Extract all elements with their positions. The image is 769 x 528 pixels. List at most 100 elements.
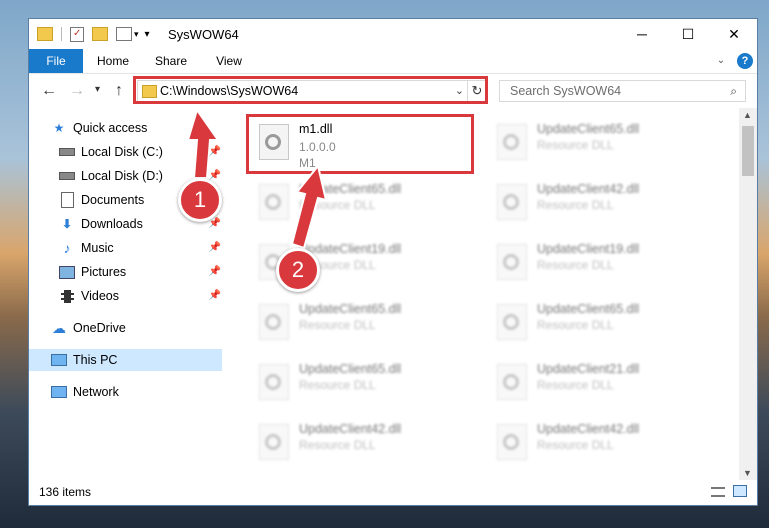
file-item[interactable]: UpdateClient42.dll Resource DLL bbox=[489, 416, 719, 472]
new-folder-icon[interactable] bbox=[92, 27, 108, 41]
vertical-scrollbar[interactable]: ▲ ▼ bbox=[739, 108, 757, 480]
divider bbox=[61, 27, 62, 41]
tab-view[interactable]: View bbox=[209, 49, 249, 73]
file-name: UpdateClient65.dll bbox=[299, 182, 402, 196]
search-input[interactable]: Search SysWOW64 ⌕ bbox=[499, 80, 746, 102]
back-arrow-icon[interactable]: ← bbox=[41, 82, 57, 100]
file-item[interactable]: UpdateClient21.dll Resource DLL bbox=[489, 356, 719, 412]
sidebar-item-quick-access[interactable]: ★ Quick access bbox=[51, 117, 221, 139]
sidebar-item-pictures[interactable]: Pictures 📌 bbox=[59, 261, 221, 283]
pin-icon[interactable]: 📌 bbox=[209, 141, 221, 163]
file-item[interactable]: UpdateClient65.dll Resource DLL bbox=[251, 296, 481, 352]
sidebar-item-label: Documents bbox=[81, 193, 145, 207]
folder-icon[interactable] bbox=[37, 27, 53, 41]
minimize-button[interactable]: ─ bbox=[619, 19, 665, 49]
file-type: Resource DLL bbox=[299, 198, 376, 212]
downloads-icon: ⬇ bbox=[61, 217, 73, 231]
sidebar-item-local-disk-c[interactable]: Local Disk (C:) 📌 bbox=[59, 141, 221, 163]
sidebar-item-music[interactable]: ♪ Music 📌 bbox=[59, 237, 222, 259]
computer-icon bbox=[51, 352, 67, 368]
details-view-icon[interactable] bbox=[711, 487, 725, 497]
music-icon: ♪ bbox=[63, 240, 71, 256]
dll-file-icon bbox=[259, 304, 289, 340]
file-item[interactable]: UpdateClient65.dll Resource DLL bbox=[251, 176, 481, 232]
title-bar: ✓ ▾ ▾ SysWOW64 ─ ☐ ✕ bbox=[29, 19, 757, 49]
sidebar-item-label: Network bbox=[73, 385, 119, 399]
file-name: UpdateClient42.dll bbox=[299, 422, 402, 436]
sidebar-item-network[interactable]: Network bbox=[51, 381, 221, 403]
sidebar-item-onedrive[interactable]: ☁ OneDrive bbox=[51, 317, 221, 339]
sidebar-item-label: This PC bbox=[73, 353, 118, 367]
file-name: UpdateClient65.dll bbox=[299, 362, 402, 376]
file-item[interactable]: UpdateClient42.dll Resource DLL bbox=[489, 176, 719, 232]
up-arrow-icon[interactable]: ↑ bbox=[115, 82, 123, 100]
dll-file-icon bbox=[259, 184, 289, 220]
file-type: Resource DLL bbox=[537, 318, 614, 332]
sidebar-item-this-pc[interactable]: This PC bbox=[29, 349, 222, 371]
file-item[interactable]: UpdateClient65.dll Resource DLL bbox=[489, 296, 719, 352]
file-item[interactable]: UpdateClient65.dll Resource DLL bbox=[251, 356, 481, 412]
file-name: UpdateClient42.dll bbox=[537, 422, 640, 436]
window-title: SysWOW64 bbox=[168, 27, 239, 42]
star-icon: ★ bbox=[53, 121, 65, 135]
search-placeholder: Search SysWOW64 bbox=[510, 84, 622, 98]
properties-icon[interactable]: ✓ bbox=[70, 26, 84, 42]
drive-icon bbox=[59, 168, 75, 184]
file-name: UpdateClient65.dll bbox=[537, 302, 640, 316]
file-type: Resource DLL bbox=[299, 318, 376, 332]
file-type: Resource DLL bbox=[537, 378, 614, 392]
file-type: Resource DLL bbox=[537, 138, 614, 152]
sidebar-item-label: Local Disk (D:) bbox=[81, 169, 163, 183]
file-type: Resource DLL bbox=[299, 378, 376, 392]
forward-arrow-icon[interactable]: → bbox=[69, 82, 85, 100]
network-icon bbox=[51, 384, 67, 400]
file-type: Resource DLL bbox=[537, 438, 614, 452]
item-count: 136 items bbox=[39, 485, 92, 499]
sidebar-item-label: OneDrive bbox=[73, 321, 126, 335]
sidebar-item-label: Videos bbox=[81, 289, 119, 303]
recent-locations-icon[interactable]: ▾ bbox=[95, 84, 100, 95]
large-icons-view-icon[interactable] bbox=[733, 485, 747, 497]
dll-file-icon bbox=[497, 304, 527, 340]
scroll-thumb[interactable] bbox=[742, 126, 754, 176]
navigation-pane: ★ Quick access Local Disk (C:) 📌 Local D… bbox=[29, 108, 222, 466]
maximize-button[interactable]: ☐ bbox=[665, 19, 711, 49]
file-item[interactable]: UpdateClient19.dll Resource DLL bbox=[489, 236, 719, 292]
view-icon[interactable] bbox=[116, 27, 132, 41]
pin-icon[interactable]: 📌 bbox=[209, 285, 221, 307]
tab-share[interactable]: Share bbox=[151, 49, 191, 73]
videos-icon bbox=[59, 288, 75, 304]
scroll-down-icon[interactable]: ▼ bbox=[743, 468, 752, 478]
status-bar: 136 items bbox=[29, 478, 757, 505]
pin-icon[interactable]: 📌 bbox=[209, 261, 221, 283]
ribbon-expand-icon[interactable]: ⌄ bbox=[713, 49, 729, 73]
address-bar-highlight bbox=[133, 76, 488, 104]
file-highlight bbox=[246, 114, 474, 174]
file-item[interactable]: UpdateClient42.dll Resource DLL bbox=[251, 416, 481, 472]
sidebar-item-label: Quick access bbox=[73, 121, 148, 135]
pin-icon[interactable]: 📌 bbox=[209, 237, 221, 259]
dll-file-icon bbox=[259, 364, 289, 400]
file-name: UpdateClient65.dll bbox=[299, 302, 402, 316]
file-name: UpdateClient65.dll bbox=[537, 122, 640, 136]
documents-icon bbox=[59, 192, 75, 208]
dll-file-icon bbox=[497, 124, 527, 160]
file-type: Resource DLL bbox=[537, 198, 614, 212]
scroll-up-icon[interactable]: ▲ bbox=[743, 110, 752, 120]
tab-home[interactable]: Home bbox=[93, 49, 133, 73]
cloud-icon: ☁ bbox=[52, 320, 66, 336]
tab-file[interactable]: File bbox=[29, 49, 83, 73]
help-icon[interactable]: ? bbox=[737, 53, 753, 69]
quick-access-toolbar: ✓ ▾ ▾ bbox=[37, 25, 150, 43]
file-item[interactable]: UpdateClient65.dll Resource DLL bbox=[489, 116, 719, 172]
dll-file-icon bbox=[497, 184, 527, 220]
pictures-icon bbox=[59, 264, 75, 280]
sidebar-item-label: Pictures bbox=[81, 265, 127, 279]
file-name: UpdateClient42.dll bbox=[537, 182, 640, 196]
customize-toolbar-icon[interactable]: ▾ bbox=[145, 29, 150, 40]
sidebar-item-videos[interactable]: Videos 📌 bbox=[59, 285, 221, 307]
search-icon: ⌕ bbox=[730, 84, 737, 98]
callout-2: 2 bbox=[276, 248, 320, 292]
close-button[interactable]: ✕ bbox=[711, 19, 757, 49]
chevron-down-icon[interactable]: ▾ bbox=[134, 29, 139, 40]
